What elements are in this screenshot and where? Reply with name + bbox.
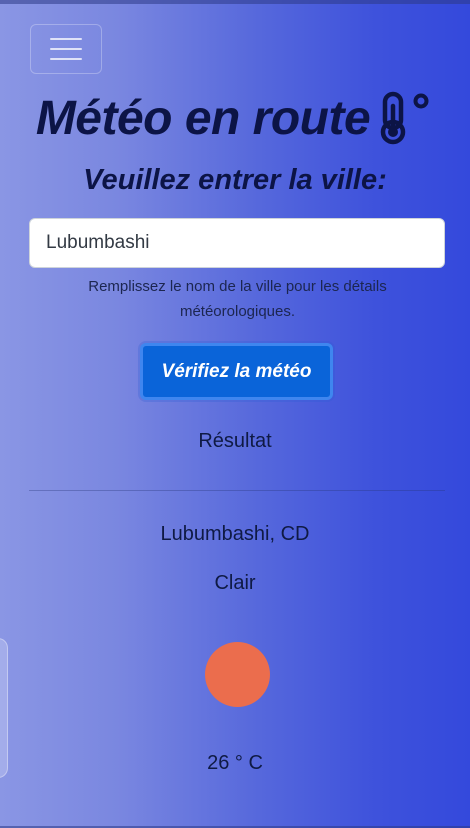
temperature: 26 ° C — [207, 752, 263, 774]
menu-bar — [50, 48, 82, 50]
menu-toggle-button[interactable] — [30, 24, 102, 74]
city-prompt: Veuillez entrer la ville: — [83, 164, 387, 196]
check-weather-button[interactable]: Vérifiez la météo — [140, 343, 333, 400]
sun-icon — [205, 642, 270, 707]
side-drawer-handle[interactable] — [0, 638, 8, 778]
app-title: Météo en route — [35, 91, 371, 145]
result-location: Lubumbashi, CD — [160, 523, 310, 545]
city-input[interactable] — [29, 218, 445, 268]
thermometer-icon — [380, 91, 429, 145]
helper-text: Remplissez le nom de la ville pour les d… — [88, 278, 387, 320]
menu-bar — [50, 38, 82, 40]
menu-bar — [50, 58, 82, 60]
title-row: Météo en route — [0, 86, 470, 150]
divider — [29, 490, 445, 491]
result-heading: Résultat — [198, 430, 272, 452]
weather-condition: Clair — [214, 572, 256, 594]
top-edge — [0, 0, 470, 4]
